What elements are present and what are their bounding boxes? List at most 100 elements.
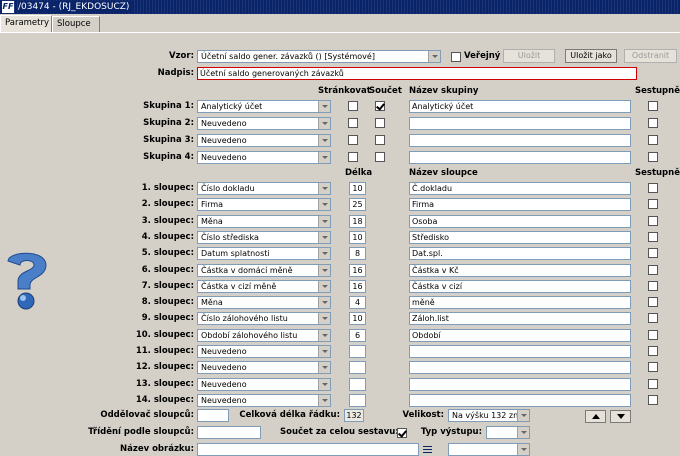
column-name-input[interactable]: Středisko <box>409 231 631 244</box>
group-sestupne-checkbox[interactable] <box>648 101 658 111</box>
group-strankovat-checkbox[interactable] <box>348 101 358 111</box>
group-soucet-checkbox[interactable] <box>375 135 385 145</box>
column-length-input[interactable]: 25 <box>349 198 366 211</box>
column-length-input[interactable] <box>349 378 366 391</box>
group-name-input[interactable] <box>409 117 631 130</box>
chevron-down-icon[interactable] <box>318 281 330 292</box>
chevron-down-icon[interactable] <box>318 297 330 308</box>
column-length-input[interactable] <box>349 345 366 358</box>
column-sestupne-checkbox[interactable] <box>648 183 658 193</box>
oddelovac-input[interactable] <box>197 409 229 422</box>
chevron-down-icon[interactable] <box>318 248 330 259</box>
column-select[interactable]: Měna <box>197 296 331 309</box>
column-select[interactable]: Neuvedeno <box>197 345 331 358</box>
chevron-down-icon[interactable] <box>318 216 330 227</box>
typ-vystupu-select[interactable] <box>486 426 530 439</box>
column-name-input[interactable] <box>409 361 631 374</box>
column-sestupne-checkbox[interactable] <box>648 297 658 307</box>
chevron-down-icon[interactable] <box>318 362 330 373</box>
column-name-input[interactable]: Částka v cizí <box>409 280 631 293</box>
column-select[interactable]: Částka v domácí měně <box>197 264 331 277</box>
column-length-input[interactable]: 10 <box>349 312 366 325</box>
column-length-input[interactable] <box>349 394 366 407</box>
column-select[interactable]: Neuvedeno <box>197 361 331 374</box>
nazev-obrazku-input[interactable] <box>197 443 419 456</box>
tab-sloupce[interactable]: Sloupce <box>52 16 100 32</box>
group-soucet-checkbox[interactable] <box>375 152 385 162</box>
column-name-input[interactable]: Období <box>409 329 631 342</box>
group-select[interactable]: Neuvedeno <box>197 117 331 130</box>
column-select[interactable]: Číslo střediska <box>197 231 331 244</box>
obrazek-select[interactable] <box>448 443 530 456</box>
column-sestupne-checkbox[interactable] <box>648 281 658 291</box>
column-select[interactable]: Částka v cizí měně <box>197 280 331 293</box>
column-name-input[interactable]: Osoba <box>409 215 631 228</box>
soucet-celou-checkbox[interactable] <box>397 428 407 438</box>
column-sestupne-checkbox[interactable] <box>648 330 658 340</box>
column-name-input[interactable]: Dat.spl. <box>409 247 631 260</box>
nadpis-input[interactable]: Účetní saldo generovaných závazků <box>197 67 637 80</box>
column-sestupne-checkbox[interactable] <box>648 313 658 323</box>
group-soucet-checkbox[interactable] <box>375 101 385 111</box>
chevron-down-icon[interactable] <box>318 183 330 194</box>
chevron-down-icon[interactable] <box>318 346 330 357</box>
column-select[interactable]: Číslo zálohového listu <box>197 312 331 325</box>
group-name-input[interactable]: Analytický účet <box>409 100 631 113</box>
column-select[interactable]: Měna <box>197 215 331 228</box>
move-down-button[interactable] <box>610 410 631 423</box>
chevron-down-icon[interactable] <box>318 199 330 210</box>
column-length-input[interactable]: 16 <box>349 264 366 277</box>
column-select[interactable]: Neuvedeno <box>197 378 331 391</box>
column-select[interactable]: Datum splatnosti <box>197 247 331 260</box>
column-name-input[interactable]: Záloh.list <box>409 312 631 325</box>
column-sestupne-checkbox[interactable] <box>648 346 658 356</box>
group-sestupne-checkbox[interactable] <box>648 135 658 145</box>
trideni-input[interactable] <box>197 426 261 439</box>
chevron-down-icon[interactable] <box>318 330 330 341</box>
chevron-down-icon[interactable] <box>318 232 330 243</box>
group-strankovat-checkbox[interactable] <box>348 118 358 128</box>
column-length-input[interactable] <box>349 361 366 374</box>
column-sestupne-checkbox[interactable] <box>648 362 658 372</box>
column-length-input[interactable]: 10 <box>349 231 366 244</box>
chevron-down-icon[interactable] <box>318 135 330 146</box>
column-sestupne-checkbox[interactable] <box>648 395 658 405</box>
velikost-select[interactable]: Na výšku 132 zn. <box>448 409 530 422</box>
list-icon[interactable] <box>423 444 432 455</box>
column-name-input[interactable]: Firma <box>409 198 631 211</box>
column-length-input[interactable]: 4 <box>349 296 366 309</box>
chevron-down-icon[interactable] <box>517 410 529 421</box>
verejny-checkbox[interactable] <box>451 52 461 62</box>
delete-button[interactable]: Odstranit <box>624 49 677 63</box>
group-name-input[interactable] <box>409 151 631 164</box>
column-length-input[interactable]: 6 <box>349 329 366 342</box>
column-name-input[interactable] <box>409 394 631 407</box>
chevron-down-icon[interactable] <box>318 152 330 163</box>
column-sestupne-checkbox[interactable] <box>648 379 658 389</box>
chevron-down-icon[interactable] <box>318 265 330 276</box>
chevron-down-icon[interactable] <box>318 395 330 406</box>
group-sestupne-checkbox[interactable] <box>648 152 658 162</box>
column-sestupne-checkbox[interactable] <box>648 216 658 226</box>
column-name-input[interactable]: Částka v Kč <box>409 264 631 277</box>
column-name-input[interactable] <box>409 345 631 358</box>
chevron-down-icon[interactable] <box>428 51 440 62</box>
group-strankovat-checkbox[interactable] <box>348 135 358 145</box>
vzor-select[interactable]: Účetní saldo gener. závazků () [Systémov… <box>197 50 441 63</box>
group-select[interactable]: Neuvedeno <box>197 134 331 147</box>
column-select[interactable]: Číslo dokladu <box>197 182 331 195</box>
column-length-input[interactable]: 8 <box>349 247 366 260</box>
column-length-input[interactable]: 16 <box>349 280 366 293</box>
column-sestupne-checkbox[interactable] <box>648 248 658 258</box>
save-button[interactable]: Uložit <box>503 49 555 63</box>
chevron-down-icon[interactable] <box>318 118 330 129</box>
group-soucet-checkbox[interactable] <box>375 118 385 128</box>
group-select[interactable]: Neuvedeno <box>197 151 331 164</box>
column-sestupne-checkbox[interactable] <box>648 265 658 275</box>
column-name-input[interactable]: měně <box>409 296 631 309</box>
group-sestupne-checkbox[interactable] <box>648 118 658 128</box>
tab-parametry[interactable]: Parametry <box>0 15 52 32</box>
move-up-button[interactable] <box>585 410 606 423</box>
chevron-down-icon[interactable] <box>318 101 330 112</box>
column-name-input[interactable]: Č.dokladu <box>409 182 631 195</box>
